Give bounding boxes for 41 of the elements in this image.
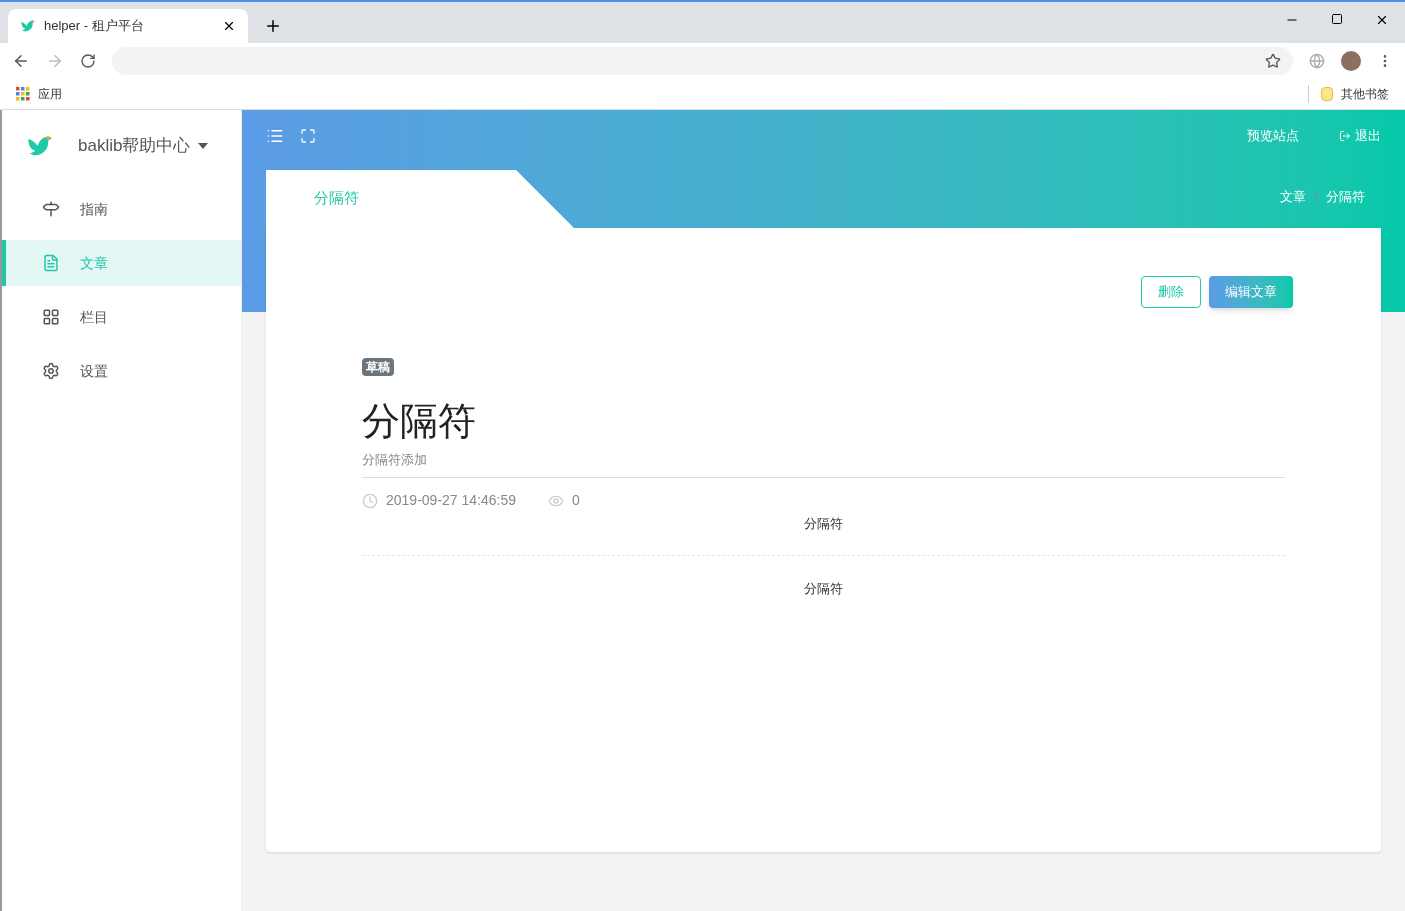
maximize-icon[interactable] [1331, 13, 1343, 25]
article-paragraph: 分隔符 [804, 516, 843, 531]
article-paragraph: 分隔符 [804, 581, 843, 596]
star-icon[interactable] [1265, 52, 1281, 69]
article-title: 分隔符 [362, 399, 477, 444]
bird-logo-icon [20, 18, 36, 34]
action-button[interactable]: 编辑文章 [1209, 276, 1293, 308]
settings-icon [42, 362, 60, 380]
bookmark-folder[interactable]: 其他书签 [1321, 84, 1389, 103]
avatar[interactable] [1341, 50, 1361, 71]
page-tab[interactable]: 分隔符 [266, 170, 574, 228]
close-icon[interactable] [222, 19, 236, 33]
status-badge: 草稿 [362, 358, 394, 376]
breadcrumb-link[interactable]: 文章 [1280, 186, 1307, 206]
site-switcher[interactable]: baklib帮助中心 [78, 133, 209, 159]
view-count: 0 [572, 491, 580, 510]
browser-tab[interactable]: helper - 租户平台 [8, 9, 248, 43]
caret-icon [198, 143, 209, 149]
sidebar-item[interactable]: 文章 [2, 240, 241, 286]
breadcrumb-separator: / [1314, 187, 1318, 206]
logout-icon [1339, 129, 1351, 142]
action-button[interactable]: 删除 [1141, 276, 1201, 308]
breadcrumb-link[interactable]: 分隔符 [1326, 186, 1365, 206]
sidebar-item[interactable]: 设置 [2, 348, 241, 394]
apps-grid-icon [16, 86, 30, 101]
clock-icon [362, 492, 378, 509]
close-icon[interactable] [1375, 13, 1389, 27]
signpost-icon [42, 200, 60, 218]
bookmark[interactable]: 应用 [16, 84, 62, 103]
reload-icon[interactable] [80, 52, 96, 69]
sidebar-item[interactable]: 指南 [2, 186, 241, 232]
folder-icon [1321, 86, 1333, 101]
header-link[interactable]: 退出 [1339, 126, 1381, 146]
publish-date: 2019-09-27 14:46:59 [386, 491, 516, 510]
document-icon [42, 254, 60, 272]
new-tab-icon[interactable] [264, 17, 282, 35]
grid-icon [42, 308, 60, 326]
sidebar-item[interactable]: 栏目 [2, 294, 241, 340]
tab-title: helper - 租户平台 [44, 17, 145, 36]
article-subtitle: 分隔符添加 [362, 449, 1285, 478]
header-link[interactable]: 预览站点 [1247, 126, 1299, 146]
